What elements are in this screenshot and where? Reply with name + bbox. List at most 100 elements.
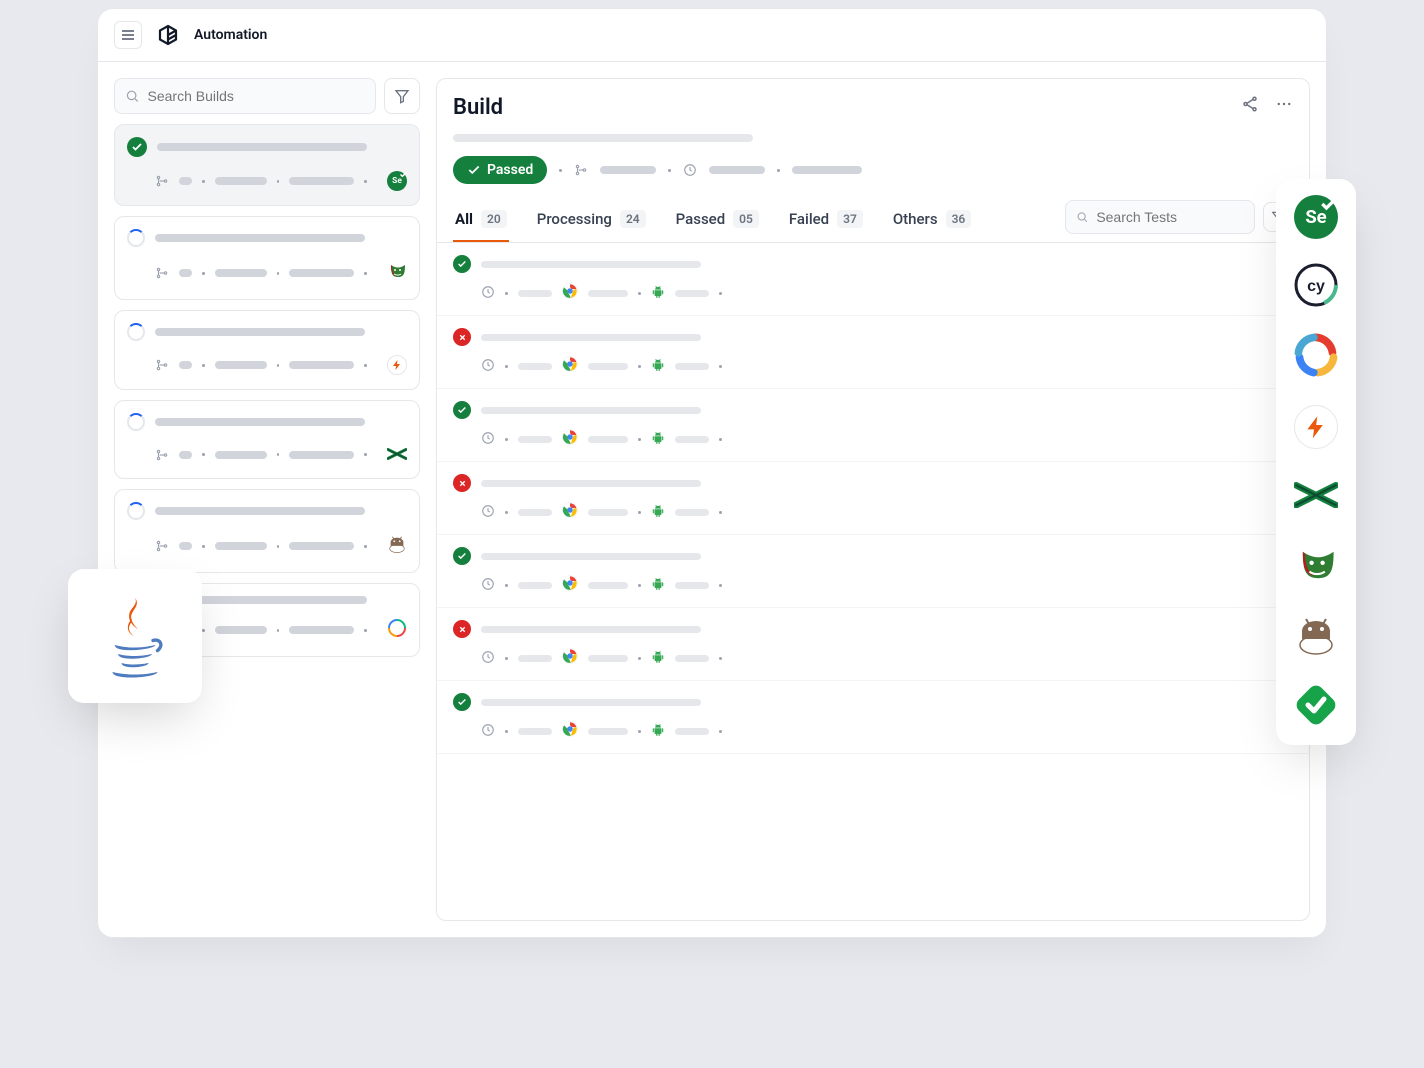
android-icon (651, 722, 665, 741)
build-name-placeholder (155, 328, 365, 336)
build-card[interactable] (114, 400, 420, 479)
filter-builds-button[interactable] (384, 78, 420, 114)
xcui-icon (1294, 482, 1338, 512)
builds-sidebar: Se (114, 78, 420, 921)
build-card[interactable] (114, 216, 420, 300)
tab-all[interactable]: All20 (453, 200, 509, 242)
svg-text:cy: cy (1307, 278, 1325, 295)
test-row[interactable] (437, 389, 1309, 462)
search-builds-box[interactable] (114, 78, 376, 114)
framework-rail: Se cy (1276, 179, 1356, 745)
status-pass-icon (453, 547, 471, 565)
app-window: Automation (97, 8, 1327, 938)
check-icon (467, 163, 481, 177)
framework-icon (387, 261, 407, 285)
build-card[interactable]: Se (114, 124, 420, 206)
framework-icon (387, 355, 407, 375)
test-name-placeholder (481, 334, 701, 341)
clock-icon (481, 722, 495, 741)
chrome-icon (562, 648, 578, 668)
framework-icon: Se (387, 171, 407, 191)
build-card[interactable] (114, 310, 420, 390)
chrome-icon (562, 502, 578, 522)
clock-icon (481, 649, 495, 668)
rail-xcui[interactable] (1294, 475, 1338, 519)
share-button[interactable] (1241, 95, 1259, 113)
cypress-icon: cy (1294, 263, 1338, 311)
status-processing-icon (127, 413, 145, 431)
android-icon (651, 284, 665, 303)
test-name-placeholder (481, 553, 701, 560)
tab-label: Processing (537, 210, 612, 228)
search-builds-input[interactable] (148, 88, 366, 104)
framework-icon (387, 618, 407, 642)
search-tests-input[interactable] (1096, 209, 1244, 225)
aosp-icon (1294, 613, 1338, 661)
search-icon (1076, 210, 1088, 224)
test-row[interactable] (437, 681, 1309, 754)
status-processing-icon (127, 229, 145, 247)
tab-count: 37 (837, 210, 863, 228)
status-pass-icon (453, 255, 471, 273)
test-row[interactable] (437, 316, 1309, 389)
tab-count: 24 (620, 210, 646, 228)
tests-list (437, 243, 1309, 754)
rail-selenium[interactable]: Se (1294, 195, 1338, 239)
android-icon (651, 357, 665, 376)
build-detail-panel: Build Passed (436, 78, 1310, 921)
tab-processing[interactable]: Processing 24 (535, 200, 648, 242)
rail-playwright[interactable] (1294, 545, 1338, 589)
chrome-icon (562, 283, 578, 303)
build-subtitle-placeholder (453, 134, 753, 142)
rail-appium[interactable] (1294, 335, 1338, 379)
clock-icon (481, 503, 495, 522)
build-status-label: Passed (487, 162, 533, 178)
tab-others[interactable]: Others 36 (891, 200, 973, 242)
status-fail-icon (453, 474, 471, 492)
build-name-placeholder (155, 234, 365, 242)
test-row[interactable] (437, 608, 1309, 681)
page-title: Automation (194, 27, 267, 43)
chrome-icon (562, 575, 578, 595)
build-card[interactable] (114, 489, 420, 573)
test-name-placeholder (481, 626, 701, 633)
funnel-icon (394, 88, 410, 104)
main-area: Se (98, 62, 1326, 937)
chrome-icon (562, 356, 578, 376)
rail-katalon[interactable] (1294, 685, 1338, 729)
build-name-placeholder (155, 418, 365, 426)
framework-icon (387, 534, 407, 558)
tab-label: Failed (789, 210, 829, 228)
hamburger-menu-button[interactable] (114, 21, 142, 49)
test-row[interactable] (437, 462, 1309, 535)
tab-label: All (455, 210, 473, 228)
playwright-icon (1294, 543, 1338, 591)
rail-cypress[interactable]: cy (1294, 265, 1338, 309)
tab-count: 36 (946, 210, 972, 228)
tab-failed[interactable]: Failed 37 (787, 200, 865, 242)
clock-icon (481, 576, 495, 595)
tests-tabs: All20 Processing 24 Passed05 Failed 37 Others 3… (437, 200, 1309, 243)
rail-bolt[interactable] (1294, 405, 1338, 449)
tab-passed[interactable]: Passed05 (674, 200, 761, 242)
bolt-icon (1294, 405, 1338, 449)
more-options-button[interactable] (1275, 95, 1293, 113)
appium-icon (1294, 333, 1338, 381)
test-row[interactable] (437, 243, 1309, 316)
clock-icon (481, 284, 495, 303)
clock-icon (481, 430, 495, 449)
clock-icon (481, 357, 495, 376)
rail-aosp[interactable] (1294, 615, 1338, 659)
build-status-chip: Passed (453, 156, 547, 184)
java-popup-card[interactable] (68, 569, 202, 703)
test-name-placeholder (481, 699, 701, 706)
android-icon (651, 649, 665, 668)
status-pass-icon (127, 137, 147, 157)
chrome-icon (562, 429, 578, 449)
app-logo-icon (156, 23, 180, 47)
status-processing-icon (127, 323, 145, 341)
search-tests-box[interactable] (1065, 200, 1255, 234)
tab-label: Others (893, 210, 938, 228)
test-row[interactable] (437, 535, 1309, 608)
tab-label: Passed (676, 210, 726, 228)
